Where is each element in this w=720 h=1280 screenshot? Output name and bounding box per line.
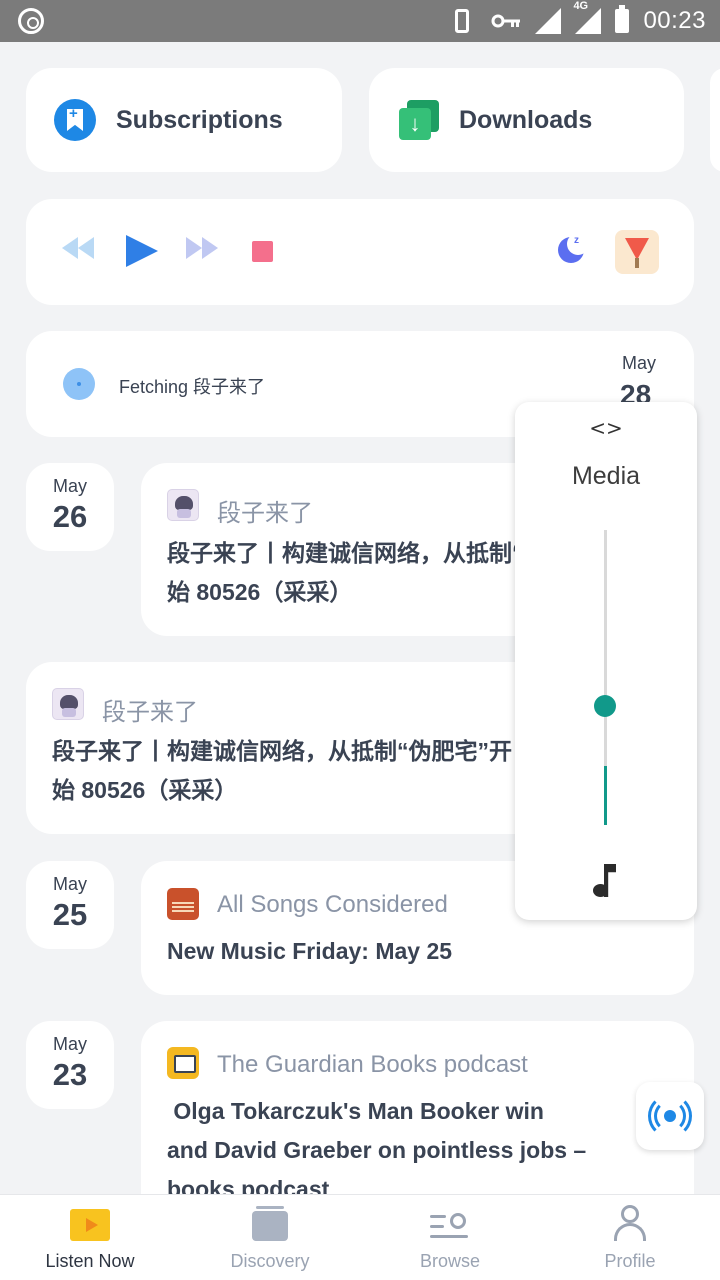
browse-search-icon bbox=[430, 1211, 470, 1241]
play-icon[interactable] bbox=[126, 235, 158, 267]
podcast-avatar bbox=[167, 1047, 199, 1079]
downloads-label: Downloads bbox=[459, 105, 593, 134]
episode-title-line1: 段子来了丨构建诚信网络，从抵制“伪肥宅”开 bbox=[52, 738, 512, 764]
tab-browse[interactable]: Browse bbox=[360, 1195, 540, 1280]
podcast-name: The Guardian Books podcast bbox=[217, 1051, 528, 1078]
date-badge: May 23 bbox=[26, 1021, 114, 1109]
episode-title-line1: New Music Friday: May 25 bbox=[167, 938, 453, 964]
episode-title-line2: 始 80526（采采） bbox=[167, 579, 353, 605]
listen-now-icon bbox=[70, 1209, 110, 1241]
tab-discovery[interactable]: Discovery bbox=[180, 1195, 360, 1280]
media-volume-panel: <> Media bbox=[515, 402, 697, 920]
stop-icon[interactable] bbox=[252, 241, 273, 262]
subscriptions-label: Subscriptions bbox=[116, 105, 283, 134]
netease-music-icon bbox=[18, 8, 44, 34]
discovery-icon bbox=[252, 1206, 288, 1241]
volume-slider-fill bbox=[604, 766, 607, 825]
podcast-avatar bbox=[52, 688, 84, 720]
date-badge: May 26 bbox=[26, 463, 114, 551]
signal-icon bbox=[535, 8, 562, 34]
podcast-name: All Songs Considered bbox=[217, 891, 448, 918]
tab-profile[interactable]: Profile bbox=[540, 1195, 720, 1280]
next-shortcut-card[interactable] bbox=[710, 68, 720, 172]
download-icon: ↓ bbox=[399, 100, 439, 140]
podcast-name: 段子来了 bbox=[102, 699, 198, 726]
date-month: May bbox=[622, 353, 657, 373]
live-broadcast-button[interactable] bbox=[636, 1082, 704, 1150]
cellular-4g-icon: 4G bbox=[573, 0, 602, 34]
fetching-text: Fetching 段子来了 bbox=[119, 377, 266, 397]
episode-title-line1: Olga Tokarczuk's Man Booker win bbox=[167, 1098, 544, 1124]
profile-icon bbox=[614, 1205, 646, 1241]
volume-stream-label: Media bbox=[571, 462, 641, 490]
vpn-key-icon bbox=[491, 14, 521, 28]
tab-label: Discovery bbox=[230, 1251, 310, 1271]
status-bar: 4G 00:23 bbox=[0, 0, 720, 42]
rewind-icon[interactable] bbox=[62, 237, 96, 259]
music-note-icon[interactable] bbox=[593, 864, 617, 898]
podcast-avatar bbox=[167, 888, 199, 920]
episode-title-line2: 始 80526（采采） bbox=[52, 777, 238, 803]
fast-forward-icon[interactable] bbox=[186, 237, 220, 259]
tab-listen-now[interactable]: Listen Now bbox=[0, 1195, 180, 1280]
podcast-name: 段子来了 bbox=[217, 500, 313, 527]
broadcast-dot bbox=[664, 1110, 676, 1122]
bookmark-add-icon bbox=[54, 99, 96, 141]
tab-label: Browse bbox=[419, 1251, 481, 1271]
date-badge: May 25 bbox=[26, 861, 114, 949]
bottom-tab-bar: Listen Now Discovery Browse Profile bbox=[0, 1194, 720, 1280]
loading-spinner-icon bbox=[63, 368, 95, 400]
vibrate-icon bbox=[455, 9, 470, 33]
tab-label: Profile bbox=[604, 1251, 656, 1271]
episode-card[interactable]: The Guardian Books podcast Olga Tokarczu… bbox=[141, 1021, 694, 1221]
sleep-timer-icon[interactable] bbox=[558, 233, 589, 263]
subscriptions-button[interactable]: Subscriptions bbox=[26, 68, 342, 172]
clock: 00:23 bbox=[643, 7, 706, 34]
volume-slider-thumb[interactable] bbox=[594, 695, 616, 717]
battery-icon bbox=[615, 5, 630, 33]
downloads-button[interactable]: ↓ Downloads bbox=[369, 68, 684, 172]
sleep-z-icon: z bbox=[574, 235, 579, 246]
expand-code-icon[interactable]: <> bbox=[515, 416, 697, 440]
watermelon-artwork-icon[interactable] bbox=[615, 230, 659, 274]
podcast-avatar bbox=[167, 489, 199, 521]
tab-label: Listen Now bbox=[45, 1251, 135, 1271]
episode-title-line2: and David Graeber on pointless jobs – bbox=[167, 1137, 587, 1163]
player-controls: z bbox=[26, 199, 694, 305]
